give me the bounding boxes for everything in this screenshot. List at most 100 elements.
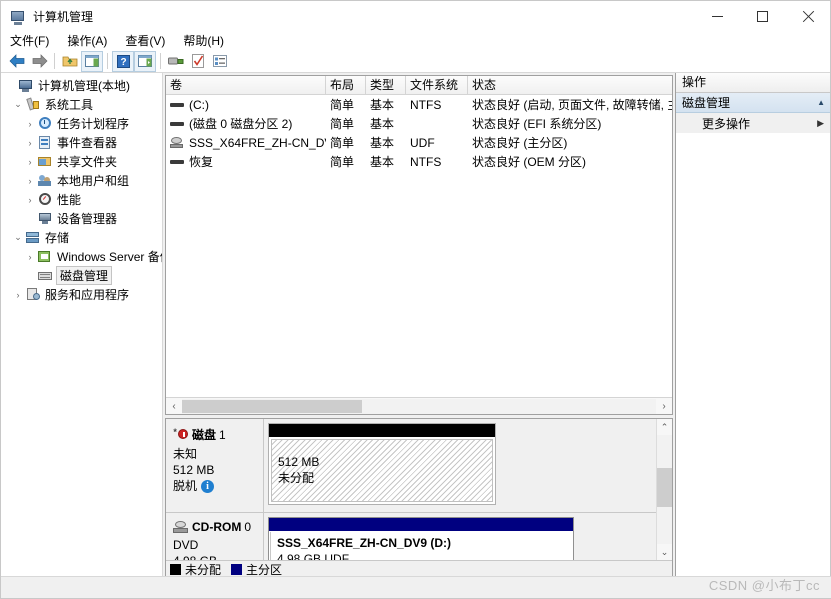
column-header-type[interactable]: 类型 xyxy=(366,76,406,94)
cell-layout: 简单 xyxy=(330,117,355,131)
tree-item-label: 本地用户和组 xyxy=(57,174,130,188)
up-one-level-icon[interactable] xyxy=(59,51,81,72)
table-row[interactable]: (磁盘 0 磁盘分区 2) 简单 基本 状态良好 (EFI 系统分区) 99 N xyxy=(166,114,672,133)
tree-twisty[interactable]: ⌄ xyxy=(11,232,25,243)
tree-twisty[interactable]: › xyxy=(23,138,37,148)
services-icon xyxy=(25,287,41,302)
maximize-button[interactable] xyxy=(740,1,785,32)
properties-icon[interactable] xyxy=(209,51,231,72)
disk-row-disk1[interactable]: * 磁盘 1 未知 512 MB 脱机 i 512 MB 未分配 xyxy=(166,419,656,513)
tree-item-performance[interactable]: › 性能 xyxy=(1,190,162,209)
menu-item-file[interactable]: 文件(F) xyxy=(10,32,58,50)
window-controls xyxy=(695,1,830,32)
help-icon[interactable]: ? xyxy=(112,50,134,72)
scrollbar-track[interactable] xyxy=(182,398,656,414)
scroll-left-icon[interactable]: ‹ xyxy=(166,401,182,412)
cell-layout: 简单 xyxy=(330,136,355,150)
tree-item-shared-folders[interactable]: › 共享文件夹 xyxy=(1,152,162,171)
disk-graphic-cdrom0: SSS_X64FRE_ZH-CN_DV9 (D:) 4.98 GB UDF xyxy=(264,513,656,560)
watermark: CSDN @小布丁cc xyxy=(708,578,820,593)
refresh-icon[interactable] xyxy=(187,51,209,72)
disk-title: CD-ROM 0 xyxy=(173,520,257,534)
info-icon[interactable]: i xyxy=(201,479,215,493)
disk-size: 512 MB xyxy=(173,463,215,477)
tree-twisty[interactable]: › xyxy=(11,290,25,300)
tree-twisty[interactable]: › xyxy=(23,252,37,262)
scroll-down-icon[interactable]: ⌄ xyxy=(661,544,669,560)
toolbar: ? xyxy=(1,50,830,73)
column-header-filesystem[interactable]: 文件系统 xyxy=(406,76,468,94)
tree-item-event-viewer[interactable]: › 事件查看器 xyxy=(1,133,162,152)
disk-size: 4.98 GB xyxy=(173,553,257,560)
connect-to-computer-icon[interactable] xyxy=(165,51,187,72)
show-hide-console-tree-icon[interactable] xyxy=(81,50,103,72)
forward-icon[interactable] xyxy=(28,51,50,72)
disk-view-vertical-scrollbar[interactable]: ⌃ ⌄ xyxy=(656,419,672,560)
disk-row-cdrom0[interactable]: CD-ROM 0 DVD 4.98 GB xyxy=(166,513,656,560)
chevron-up-icon[interactable]: ▲ xyxy=(817,98,825,107)
actions-item-more-actions[interactable]: 更多操作 ▶ xyxy=(676,113,830,133)
scroll-right-icon[interactable]: › xyxy=(656,401,672,412)
tree-item-label: 性能 xyxy=(57,193,82,207)
toolbar-separator xyxy=(107,53,108,69)
table-row[interactable]: (C:) 简单 基本 NTFS 状态良好 (启动, 页面文件, 故障转储, 主分… xyxy=(166,95,672,114)
computer-icon xyxy=(18,78,34,93)
tree-item-services-and-applications[interactable]: › 服务和应用程序 xyxy=(1,285,162,304)
disk-management-icon xyxy=(37,268,53,283)
menu-item-action[interactable]: 操作(A) xyxy=(67,32,116,50)
volume-bar-icon xyxy=(170,103,184,107)
volume-list-rows: (C:) 简单 基本 NTFS 状态良好 (启动, 页面文件, 故障转储, 主分… xyxy=(166,95,672,397)
show-action-pane-icon[interactable] xyxy=(134,50,156,72)
disk-kind: 未知 xyxy=(173,447,198,461)
computer-management-window: 计算机管理 文件(F) 操作(A) 查看(V) 帮助(H) ? 计算机管理(本地… xyxy=(0,0,831,599)
scrollbar-thumb[interactable] xyxy=(182,399,363,413)
actions-section-disk-management[interactable]: 磁盘管理 ▲ xyxy=(676,93,830,113)
tree-item-task-scheduler[interactable]: › 任务计划程序 xyxy=(1,114,162,133)
tree-twisty[interactable]: ⌄ xyxy=(11,99,25,110)
tree-item-storage[interactable]: ⌄ 存储 xyxy=(1,228,162,247)
disk-info-cdrom0[interactable]: CD-ROM 0 DVD 4.98 GB xyxy=(166,513,264,560)
menu-item-help[interactable]: 帮助(H) xyxy=(183,32,233,50)
tree-item-windows-server-backup[interactable]: › Windows Server 备份 xyxy=(1,247,163,266)
table-row[interactable]: SSS_X64FRE_ZH-CN_DV9 (D:) 简单 基本 UDF 状态良好… xyxy=(166,133,672,152)
back-icon[interactable] xyxy=(6,51,28,72)
offline-disk-icon: * xyxy=(173,427,189,441)
chevron-right-icon[interactable]: ▶ xyxy=(817,118,824,129)
disk-name: 磁盘 xyxy=(192,428,217,442)
tree-item-system-tools[interactable]: ⌄ 系统工具 xyxy=(1,95,162,114)
event-viewer-icon xyxy=(37,135,53,150)
title-bar: 计算机管理 xyxy=(1,1,830,32)
disk-state: 脱机 xyxy=(173,479,198,493)
volume-bar-icon xyxy=(170,160,184,164)
tree-twisty[interactable]: › xyxy=(23,176,37,186)
tree-item-disk-management[interactable]: 磁盘管理 xyxy=(1,266,162,285)
column-header-status[interactable]: 状态 xyxy=(468,76,672,94)
column-header-volume[interactable]: 卷 xyxy=(166,76,326,94)
tree-twisty[interactable]: › xyxy=(23,119,37,129)
disk-info-disk1[interactable]: * 磁盘 1 未知 512 MB 脱机 i xyxy=(166,419,264,512)
partition-unallocated[interactable]: 512 MB 未分配 xyxy=(268,423,496,505)
console-tree[interactable]: 计算机管理(本地) ⌄ 系统工具 › 任务计划程序 › 事件查看器 › 共享文件 xyxy=(1,73,163,579)
minimize-button[interactable] xyxy=(695,1,740,32)
main-body: 计算机管理(本地) ⌄ 系统工具 › 任务计划程序 › 事件查看器 › 共享文件 xyxy=(1,73,830,579)
volume-list-horizontal-scrollbar[interactable]: ‹ › xyxy=(166,397,672,414)
cell-status: 状态良好 (主分区) xyxy=(472,136,568,150)
cell-status: 状态良好 (EFI 系统分区) xyxy=(472,117,602,131)
tree-twisty[interactable]: › xyxy=(23,157,37,167)
cell-volume: (磁盘 0 磁盘分区 2) xyxy=(189,117,293,131)
scrollbar-track[interactable] xyxy=(657,435,672,544)
close-button[interactable] xyxy=(785,1,830,32)
users-icon xyxy=(37,173,53,188)
partition-dvd[interactable]: SSS_X64FRE_ZH-CN_DV9 (D:) 4.98 GB UDF xyxy=(268,517,574,560)
menu-item-view[interactable]: 查看(V) xyxy=(125,32,174,50)
tree-item-label: 磁盘管理 xyxy=(56,266,113,285)
tree-twisty[interactable]: › xyxy=(23,195,37,205)
table-row[interactable]: 恢复 简单 基本 NTFS 状态良好 (OEM 分区) 499 xyxy=(166,152,672,171)
tree-item-local-users-groups[interactable]: › 本地用户和组 xyxy=(1,171,162,190)
scrollbar-thumb[interactable] xyxy=(657,467,672,507)
tree-item-computer-management[interactable]: 计算机管理(本地) xyxy=(1,76,162,95)
dvd-drive-icon xyxy=(170,136,184,149)
tree-item-device-manager[interactable]: 设备管理器 xyxy=(1,209,162,228)
column-header-layout[interactable]: 布局 xyxy=(326,76,366,94)
scroll-up-icon[interactable]: ⌃ xyxy=(661,419,669,435)
